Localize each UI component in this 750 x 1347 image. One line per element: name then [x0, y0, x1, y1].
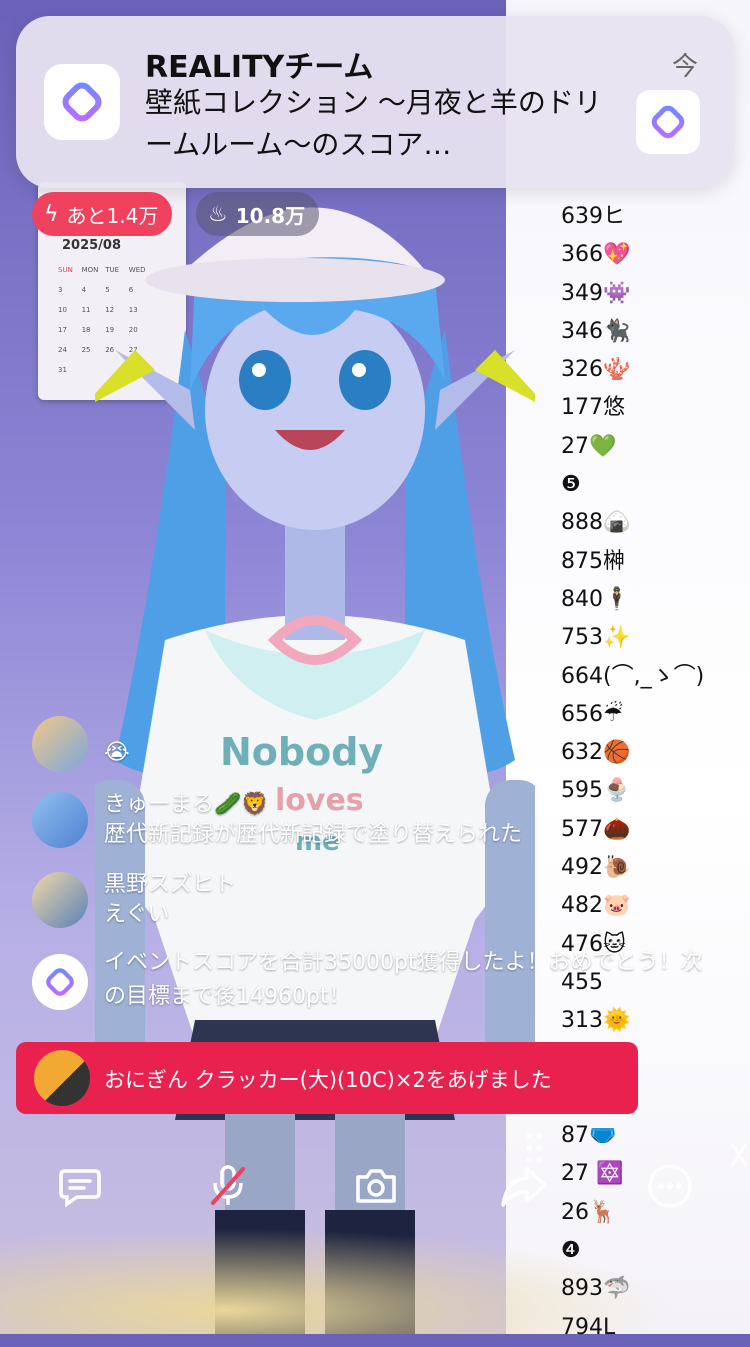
- push-notification[interactable]: REALITYチーム 壁紙コレクション 〜月夜と羊のドリームルーム〜のスコア… …: [16, 16, 734, 188]
- camera-icon: [356, 1169, 396, 1203]
- flame-icon: ♨: [208, 201, 228, 227]
- calendar-date: 31: [58, 366, 67, 374]
- gift-message: おにぎん クラッカー(大)(10C)×2をあげました: [104, 1068, 552, 1092]
- ranking-item: 753✨: [561, 625, 631, 651]
- ranking-item: 177悠: [561, 395, 625, 421]
- avatar[interactable]: [34, 1050, 90, 1106]
- calendar-date: 24: [58, 346, 67, 354]
- ranking-item: 349👾: [561, 280, 631, 306]
- ranking-item: 632🏀: [561, 740, 631, 766]
- calendar-day: SUN: [58, 266, 73, 274]
- ranking-item: 875榊: [561, 548, 625, 574]
- comment-icon: [59, 1169, 101, 1208]
- notification-message: 壁紙コレクション 〜月夜と羊のドリームルーム〜のスコア…: [145, 86, 602, 161]
- ranking-item: 664(⌒,_ゝ⌒): [561, 663, 705, 689]
- comment-text: 歴代新記録が歴代新記録で塗り替えられた: [104, 822, 523, 847]
- ranking-item: 577🌰: [561, 816, 631, 842]
- ranking-item: 656☔: [561, 701, 623, 727]
- calendar-date: 17: [58, 326, 67, 334]
- ranking-item: ❺: [561, 472, 581, 498]
- ranking-item: 326🪸: [561, 357, 631, 383]
- ranking-item: 888🍙: [561, 510, 631, 536]
- comment-text: 😭: [104, 740, 130, 765]
- lightning-icon: ϟ: [44, 201, 59, 227]
- viewer-count-text: 10.8万: [235, 203, 306, 228]
- notification-thumbnail-icon: [636, 90, 700, 154]
- ranking-item: 794L: [561, 1314, 616, 1340]
- remaining-score-text: あと1.4万: [66, 203, 159, 228]
- camera-button[interactable]: [346, 1156, 406, 1216]
- bottom-toolbar: [0, 1156, 750, 1216]
- share-button[interactable]: [494, 1156, 554, 1216]
- mic-muted-icon: [211, 1165, 245, 1205]
- comment-button[interactable]: [50, 1156, 110, 1216]
- mic-toggle-button[interactable]: [198, 1156, 258, 1216]
- ranking-item: ❹: [561, 1238, 581, 1264]
- calendar-date: 3: [58, 286, 63, 294]
- avatar[interactable]: [32, 872, 88, 928]
- ranking-item: 366💖: [561, 242, 631, 268]
- ranking-item: 595🍨: [561, 778, 631, 804]
- notification-title: REALITYチーム: [145, 50, 374, 85]
- ranking-item: 492🐌: [561, 855, 631, 881]
- comment-text: えぐい: [104, 902, 170, 927]
- reality-app-icon: [44, 64, 120, 140]
- share-icon: [501, 1167, 547, 1207]
- viewer-count-badge[interactable]: ♨ 10.8万: [196, 192, 320, 236]
- avatar[interactable]: [32, 716, 88, 772]
- ranking-item: 840🕴: [561, 586, 631, 612]
- comment-text: イベントスコアを合計35000pt獲得したよ！おめでとう！次の目標まで後1496…: [104, 950, 703, 1009]
- shirt-text-line: Nobody: [220, 730, 383, 774]
- comment-username: 黒野スズヒト: [104, 872, 237, 897]
- ranking-item: 27💚: [561, 433, 617, 459]
- more-button[interactable]: [640, 1156, 700, 1216]
- comment-username: きゅーまる🥒🦁: [104, 792, 269, 817]
- notification-time: 今: [671, 52, 698, 82]
- calendar-date: 10: [58, 306, 67, 314]
- more-icon: [648, 1164, 692, 1208]
- reality-system-avatar: [32, 954, 88, 1010]
- ranking-item: 639ヒ: [561, 204, 625, 229]
- remaining-score-badge[interactable]: ϟ あと1.4万: [32, 192, 173, 236]
- ranking-item: 482🐷: [561, 893, 631, 919]
- ranking-item: 87🩲: [561, 1123, 617, 1149]
- ranking-item: 893🦈: [561, 1276, 631, 1302]
- gift-notification-banner[interactable]: おにぎん クラッカー(大)(10C)×2をあげました: [16, 1042, 638, 1114]
- ranking-item: 346🐈‍⬛: [561, 318, 631, 344]
- shirt-text-line: loves: [275, 783, 364, 818]
- avatar[interactable]: [32, 792, 88, 848]
